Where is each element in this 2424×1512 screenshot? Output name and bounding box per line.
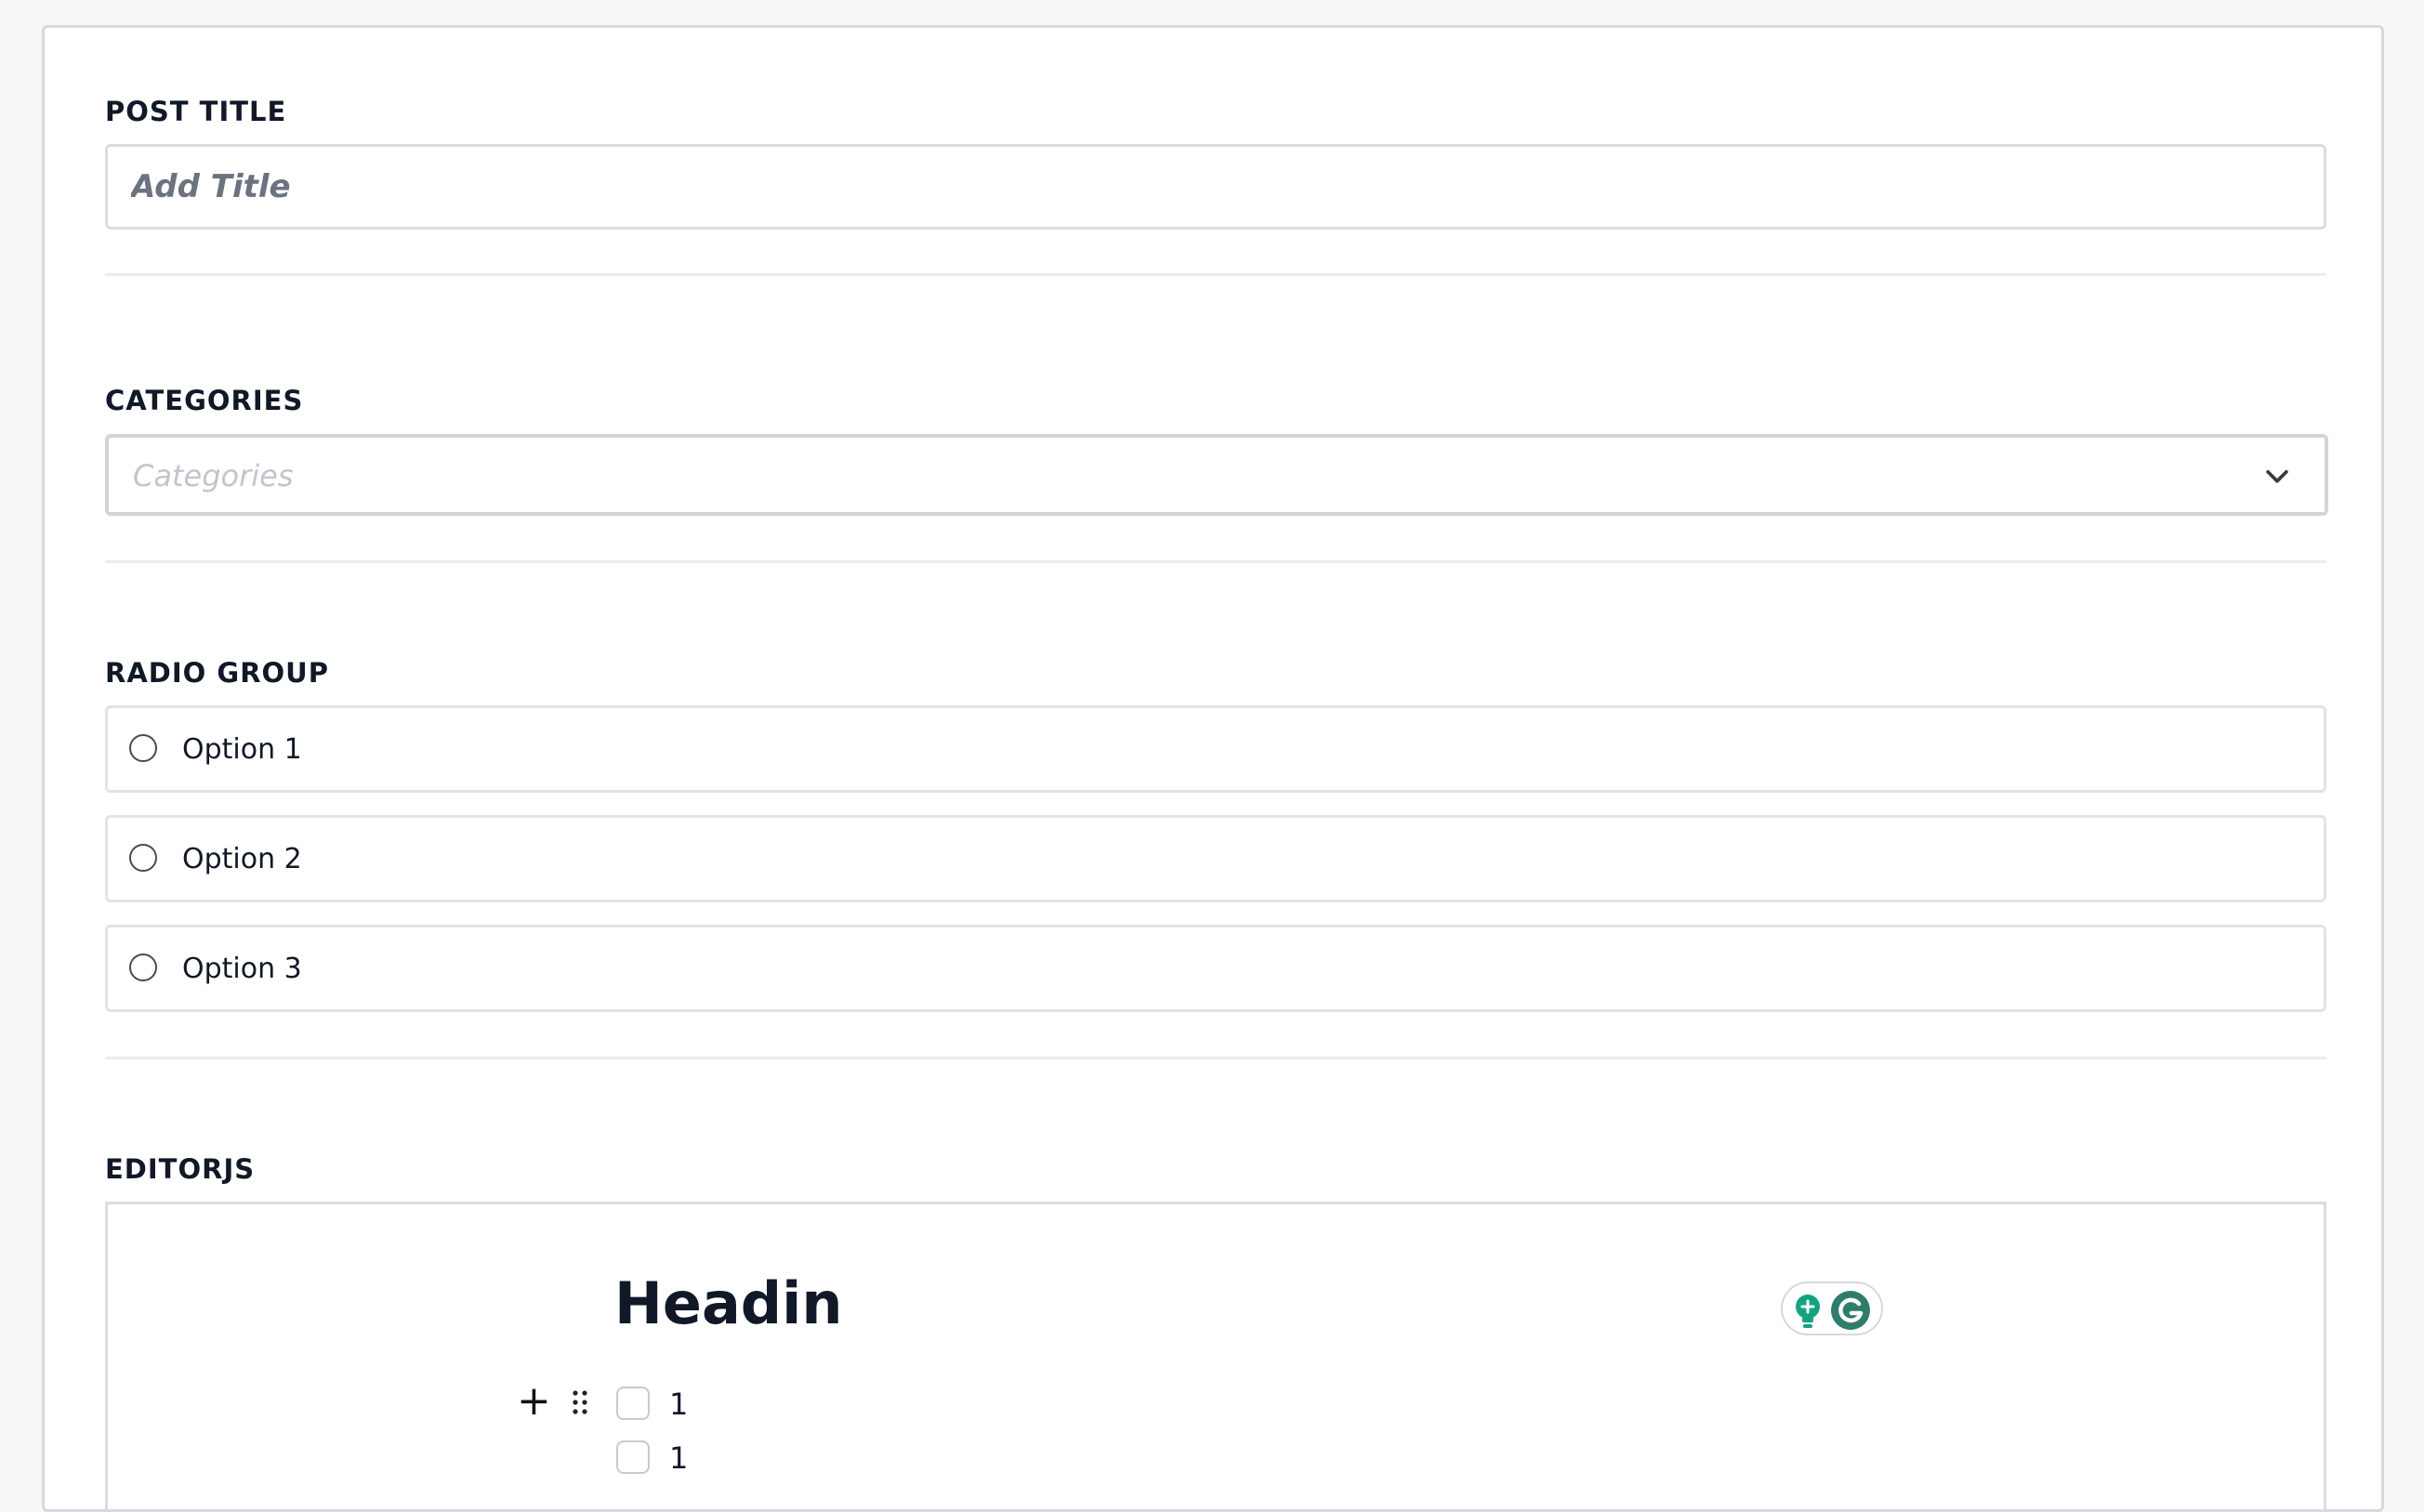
drag-handle-icon[interactable] (571, 1388, 589, 1416)
form-card: POST TITLE CATEGORIES Categories RADIO G… (42, 25, 2384, 1512)
lightbulb-icon (1796, 1295, 1820, 1328)
divider (105, 273, 2326, 276)
radio-option-label: Option 2 (182, 843, 302, 875)
radio-button[interactable] (129, 734, 157, 762)
chevron-down-icon[interactable] (2261, 460, 2293, 492)
checklist-item-text[interactable]: 1 (669, 1440, 688, 1476)
checklist-checkbox[interactable] (616, 1440, 650, 1474)
editor-heading-block[interactable]: Headin (614, 1269, 843, 1337)
grammarly-icon[interactable] (1783, 1283, 1885, 1337)
categories-select[interactable]: Categories (105, 434, 2328, 516)
radio-button[interactable] (129, 844, 157, 872)
editorjs-label: EDITORJS (105, 1153, 256, 1185)
editorjs-editor[interactable]: Headin + 1 1 (105, 1202, 2326, 1509)
checklist-item-text[interactable]: 1 (669, 1387, 688, 1422)
radio-option-2[interactable]: Option 2 (105, 815, 2326, 902)
post-title-input[interactable] (105, 144, 2326, 230)
categories-label: CATEGORIES (105, 385, 304, 416)
add-block-button[interactable]: + (517, 1381, 551, 1422)
radio-group-label: RADIO GROUP (105, 657, 329, 689)
radio-option-1[interactable]: Option 1 (105, 705, 2326, 793)
radio-option-label: Option 1 (182, 733, 302, 766)
divider (105, 1057, 2326, 1059)
checklist-checkbox[interactable] (616, 1387, 650, 1420)
categories-placeholder: Categories (133, 458, 294, 493)
radio-option-label: Option 3 (182, 953, 302, 985)
radio-option-3[interactable]: Option 3 (105, 925, 2326, 1012)
divider (105, 560, 2326, 563)
post-title-label: POST TITLE (105, 96, 287, 127)
grammarly-badge[interactable] (1781, 1282, 1883, 1335)
radio-button[interactable] (129, 953, 157, 981)
